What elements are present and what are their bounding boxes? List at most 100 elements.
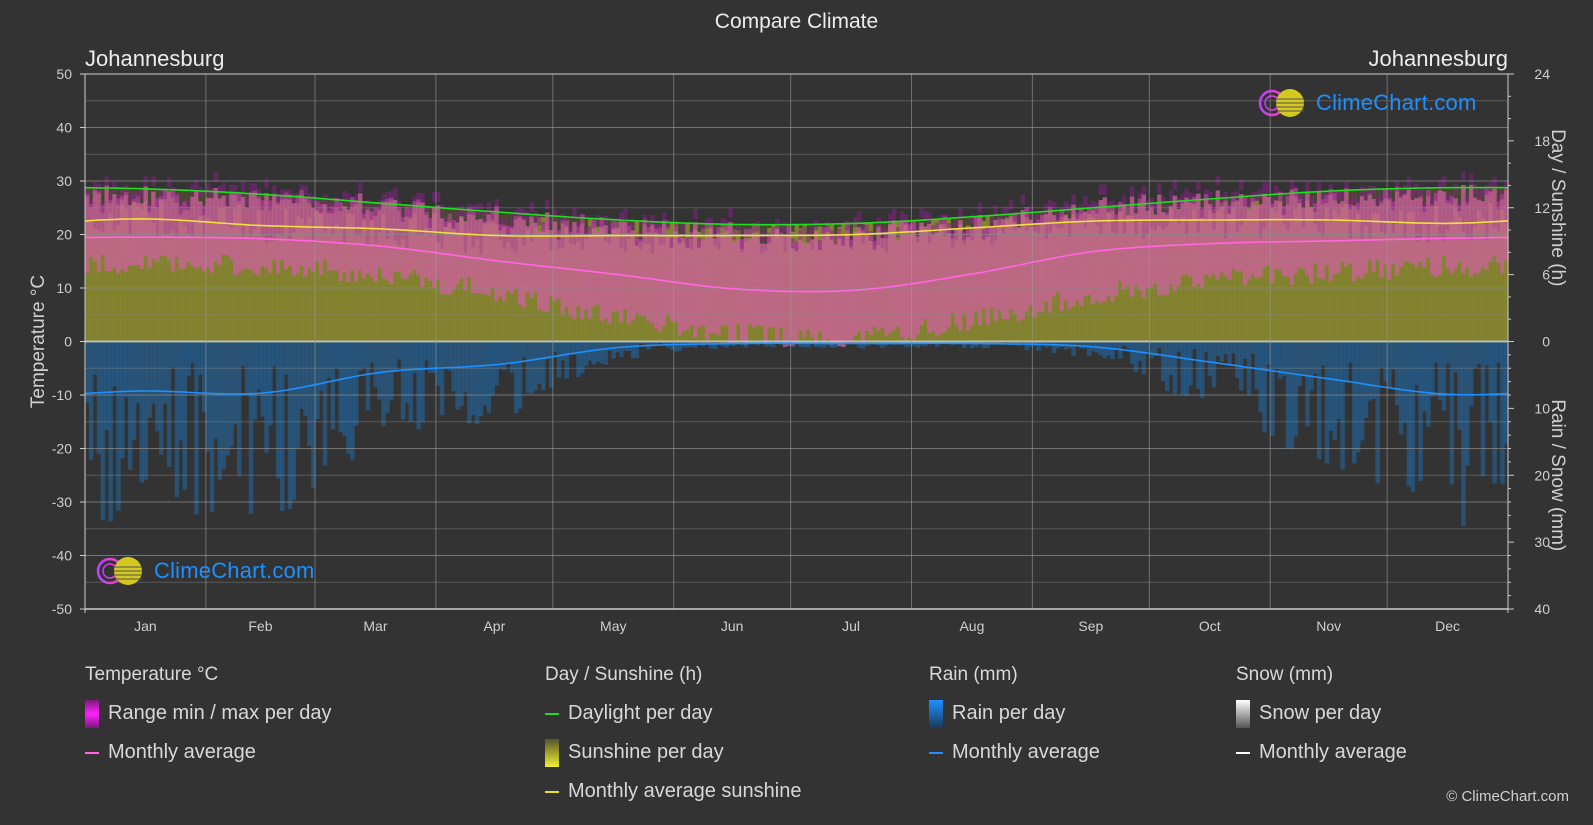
temp-max-day-bar [502,216,507,227]
temp-max-day-bar [814,220,819,231]
rain-day-bar [537,341,542,384]
temp-max-day-bar [1293,186,1299,197]
temp-max-day-bar [1324,193,1330,204]
temp-range-day-bar [732,241,737,344]
temp-range-day-bar [1313,203,1318,264]
temp-range-day-bar [1122,203,1127,290]
rain-day-bar [673,341,679,352]
temp-range-day-bar [1461,184,1466,274]
rain-day-bar [248,341,254,515]
temp-max-day-bar [1129,186,1135,197]
rain-day-bar [447,341,453,371]
temp-max-day-bar [1083,195,1088,206]
watermark-bottom[interactable]: ClimeChart.com [96,556,315,586]
temp-max-day-bar [661,212,667,223]
climechart-logo-icon [96,557,142,585]
temp-max-day-bar [174,192,180,203]
temp-max-day-bar [392,188,398,199]
rain-day-bar [240,341,246,367]
temp-max-day-bar [412,196,417,207]
sunshine-avg-swatch [545,790,559,793]
rain-day-bar [435,341,441,386]
temp-max-day-bar [1340,191,1345,202]
temp-max-day-bar [911,221,917,232]
temp-range-day-bar [318,203,324,275]
temp-max-day-bar [1118,201,1123,212]
rain-day-bar [1433,341,1439,363]
temp-range-day-bar [580,214,585,320]
temp-range-day-bar [973,216,979,311]
temp-max-day-bar [736,225,741,236]
right-bottom-axis-title: Rain / Snow (mm) [1547,399,1568,551]
left-axis-title: Temperature °C [28,275,49,408]
rain-day-bar [584,341,589,366]
temp-max-day-bar [529,201,534,212]
temp-max-day-bar [1098,184,1104,195]
rain-day-bar [591,341,597,365]
rain-day-bar [599,341,605,364]
temp-max-day-bar [1122,195,1127,206]
temp-max-day-bar [1394,181,1400,192]
rain-day-bar [303,341,308,417]
temp-max-day-bar [264,178,269,189]
rain-day-bar [1328,341,1334,431]
temp-range-day-bar [969,229,975,326]
temp-max-day-bar [104,176,109,187]
rain-day-bar [1472,341,1478,369]
rain-day-bar [1398,341,1404,435]
temp-max-day-bar [899,211,905,222]
temp-range-day-bar [615,227,620,311]
rain-day-bar [1110,341,1115,360]
temp-max-day-bar [482,212,488,223]
temp-max-day-bar [693,208,698,219]
temp-range-day-bar [381,201,386,278]
legend-sunshine-title: Day / Sunshine (h) [545,664,703,685]
month-label: Dec [1435,618,1460,634]
temp-max-day-bar [330,203,336,214]
temp-range-day-bar [845,223,850,342]
temp-range-day-bar [989,226,994,309]
temp-range-day-bar [256,196,262,276]
legend-label: Rain per day [952,702,1066,724]
rain-day-bar [1476,341,1482,364]
temp-max-day-bar [576,222,581,233]
rain-day-bar [545,341,550,359]
temp-max-day-bar [638,231,644,242]
temp-range-day-bar [1488,190,1494,262]
rain-day-bar [1426,341,1431,428]
temp-max-day-bar [1363,189,1369,200]
legend-rain-title: Rain (mm) [929,664,1018,685]
temp-range-day-bar [759,243,764,326]
temp-max-day-bar [439,204,445,215]
temp-range-day-bar [650,223,655,324]
rain-day-bar [162,341,168,404]
temp-range-day-bar [482,221,488,294]
temp-range-day-bar [736,239,741,324]
temp-max-day-bar [1410,187,1416,198]
temp-range-day-bar [412,201,417,270]
temp-max-day-bar [1172,180,1178,191]
temp-range-day-bar [248,192,254,271]
temp-range-day-bar [1172,195,1178,292]
left-tick-label: -20 [52,441,72,457]
temp-max-day-bar [591,218,597,229]
temp-range-day-bar [825,228,831,340]
temp-range-day-bar [895,240,901,327]
temp-range-day-bar [264,193,269,268]
temp-range-day-bar [1270,203,1275,284]
temp-range-day-bar [833,244,839,345]
temp-range-day-bar [96,191,102,272]
rain-day-bar [174,341,180,498]
temp-max-day-bar [681,223,686,234]
rain-day-bar [147,341,152,418]
temp-range-day-bar [1055,219,1061,293]
watermark-top[interactable]: ClimeChart.com [1258,88,1477,118]
temp-max-day-bar [700,224,706,235]
temp-range-day-bar [170,188,176,272]
temp-range-swatch [85,699,99,728]
right-tick-label: 40 [1534,601,1550,617]
left-tick-label: -30 [52,494,72,510]
rain-day-bar [307,341,312,447]
temp-max-day-bar [806,232,811,243]
temp-max-day-bar [611,219,616,230]
